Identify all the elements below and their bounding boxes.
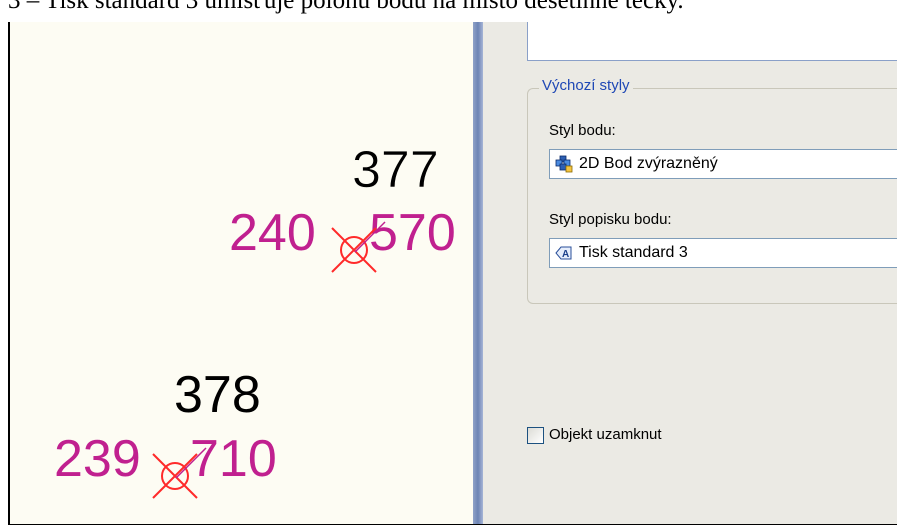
- label-style-value: Tisk standard 3: [579, 244, 688, 261]
- point-number-label: 377: [352, 141, 439, 199]
- svg-text:A: A: [562, 249, 569, 260]
- point-height-left: 239: [54, 430, 141, 488]
- point-number-label: 378: [174, 366, 261, 424]
- point-style-value: 2D Bod zvýrazněný: [579, 155, 718, 172]
- caption-text: 3 – Tisk standard 3 umisťuje polohu bodu…: [8, 0, 684, 14]
- drawing-svg: 377 240 570 378 239 710: [54, 141, 456, 499]
- properties-panel: Výchozí styly Styl bodu: 2D Bod zvýrazně…: [483, 22, 897, 525]
- point-style-icon: [555, 155, 573, 173]
- point-377[interactable]: 377 240 570: [229, 141, 456, 273]
- splitter-bar[interactable]: [473, 22, 483, 525]
- drawing-canvas[interactable]: 377 240 570 378 239 710: [8, 22, 473, 525]
- label-style-select[interactable]: A Tisk standard 3: [549, 238, 897, 268]
- label-style-label: Styl popisku bodu:: [549, 211, 672, 228]
- lock-object-label: Objekt uzamknut: [549, 426, 662, 443]
- description-box[interactable]: [527, 22, 897, 61]
- point-style-label: Styl bodu:: [549, 122, 616, 139]
- point-height-right: 710: [190, 430, 277, 488]
- lock-object-checkbox[interactable]: [527, 427, 544, 444]
- point-style-select[interactable]: 2D Bod zvýrazněný: [549, 149, 897, 179]
- point-height-right: 570: [369, 204, 456, 262]
- point-378[interactable]: 378 239 710: [54, 366, 277, 499]
- point-height-left: 240: [229, 204, 316, 262]
- label-style-icon: A: [555, 244, 573, 262]
- default-styles-title: Výchozí styly: [539, 77, 633, 94]
- default-styles-group: [527, 88, 897, 304]
